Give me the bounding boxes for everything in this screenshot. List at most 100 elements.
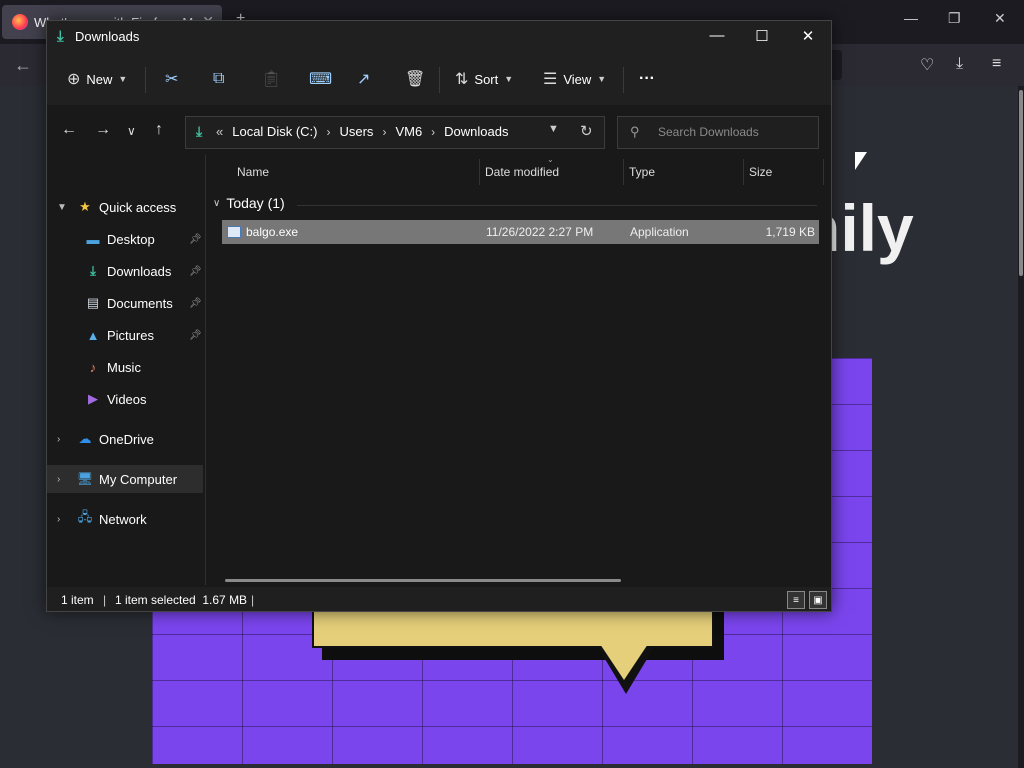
pin-icon[interactable]: 📌︎ [189, 298, 202, 309]
file-size: 1,719 KB [765, 225, 815, 239]
sort-button[interactable]: ⇅ Sort ▼ [455, 67, 513, 91]
pocket-icon[interactable]: ♡ [920, 55, 934, 75]
chevron-right-icon[interactable]: › [57, 434, 60, 445]
more-options-icon: ··· [639, 70, 655, 87]
close-icon[interactable]: ✕ [994, 10, 1006, 27]
view-icon: ☰ [543, 71, 558, 88]
column-divider[interactable] [823, 159, 824, 185]
chevron-right-icon[interactable]: › [326, 125, 330, 139]
star-icon: ★ [79, 199, 91, 214]
recent-locations-chevron-icon[interactable]: ∨ [127, 124, 136, 138]
downloads-folder-icon: ⤓ [57, 28, 64, 45]
chevron-down-icon[interactable]: ▼ [548, 123, 559, 135]
nav-item-documents[interactable]: ▤ Documents 📌︎ [47, 289, 203, 317]
chevron-right-icon[interactable]: › [57, 514, 60, 525]
back-arrow-icon[interactable]: ← [14, 55, 32, 76]
pin-icon[interactable]: 📌︎ [189, 330, 202, 341]
application-file-icon [227, 226, 241, 238]
column-header-type[interactable]: Type [629, 165, 655, 179]
nav-label: Music [107, 359, 141, 375]
nav-label: Pictures [107, 327, 154, 343]
nav-item-onedrive[interactable]: › ☁ OneDrive [47, 425, 203, 453]
pin-icon[interactable]: 📌︎ [189, 266, 202, 277]
column-header-date-modified[interactable]: Date modified [485, 165, 559, 179]
view-label: View [563, 71, 592, 87]
breadcrumb-users[interactable]: Users [339, 124, 373, 139]
group-header-today[interactable]: ∨ Today (1) [213, 195, 285, 211]
sort-icon: ⇅ [455, 71, 469, 88]
view-button[interactable]: ☰ View ▼ [543, 67, 606, 91]
breadcrumb-overflow[interactable]: « [216, 124, 223, 139]
search-input[interactable]: ⚲ Search Downloads [617, 116, 819, 149]
restore-icon[interactable]: ❐ [948, 10, 961, 27]
divider [297, 205, 817, 206]
minimize-icon[interactable]: — [702, 27, 732, 44]
nav-item-desktop[interactable]: ▬ Desktop 📌︎ [47, 225, 203, 253]
command-bar: ⊕ New ▼ ✂ ⧉ 📋︎ ⌨︎ ↗ 🗑︎ ⇅ Sort ▼ ☰ View ▼… [47, 53, 831, 106]
maximize-icon[interactable]: ☐ [747, 27, 777, 45]
downloads-folder-icon: ⤓ [196, 123, 203, 139]
add-icon: ⊕ [67, 71, 81, 88]
share-button[interactable]: ↗ [357, 67, 370, 91]
title-bar[interactable]: ⤓ Downloads — ☐ ✕ [47, 21, 831, 53]
chevron-right-icon[interactable]: › [382, 125, 386, 139]
rename-button[interactable]: ⌨︎ [309, 67, 332, 91]
address-bar[interactable]: ⤓ « Local Disk (C:) › Users › VM6 › Down… [185, 116, 605, 149]
group-label: Today (1) [226, 195, 285, 211]
nav-label: Quick access [99, 199, 177, 215]
breadcrumb-vm6[interactable]: VM6 [395, 124, 422, 139]
column-header-name[interactable]: Name [237, 165, 269, 179]
chevron-right-icon[interactable]: › [431, 125, 435, 139]
chevron-right-icon[interactable]: › [57, 474, 60, 485]
nav-label: OneDrive [99, 431, 154, 447]
paste-button[interactable]: 📋︎ [261, 67, 281, 91]
music-icon: ♪ [89, 359, 97, 375]
nav-label: Desktop [107, 231, 155, 247]
divider [145, 67, 146, 93]
up-arrow-icon[interactable]: ↑ [155, 121, 163, 139]
horizontal-scrollbar[interactable] [225, 579, 621, 582]
nav-item-videos[interactable]: ▶ Videos [47, 385, 203, 413]
copy-button[interactable]: ⧉ [213, 67, 224, 91]
nav-item-network[interactable]: › 🖧︎ Network [47, 505, 203, 533]
column-header-size[interactable]: Size [749, 165, 772, 179]
breadcrumb-local-disk[interactable]: Local Disk (C:) [232, 124, 317, 139]
chevron-down-icon[interactable]: ∨ [213, 198, 220, 209]
downloads-icon: ⤓ [90, 263, 96, 278]
column-divider[interactable] [479, 159, 480, 185]
large-icons-view-icon[interactable]: ▣ [809, 591, 827, 609]
minimize-icon[interactable]: — [904, 10, 918, 26]
pin-icon[interactable]: 📌︎ [189, 234, 202, 245]
trash-icon: 🗑︎ [405, 71, 426, 88]
column-divider[interactable] [623, 159, 624, 185]
back-arrow-icon[interactable]: ← [61, 121, 77, 139]
nav-label: Downloads [107, 263, 172, 279]
refresh-icon[interactable]: ↻ [580, 122, 593, 140]
nav-item-my-computer[interactable]: › 🖥︎ My Computer [47, 465, 203, 493]
more-options-button[interactable]: ··· [639, 67, 655, 91]
new-label: New [86, 71, 113, 87]
delete-button[interactable]: 🗑︎ [405, 67, 425, 91]
nav-item-downloads[interactable]: ⤓ Downloads 📌︎ [47, 257, 203, 285]
breadcrumb-downloads[interactable]: Downloads [444, 124, 508, 139]
chevron-down-icon[interactable]: ▼ [57, 202, 67, 213]
close-icon[interactable]: ✕ [793, 27, 823, 45]
file-type: Application [630, 225, 689, 239]
nav-item-pictures[interactable]: ▲ Pictures 📌︎ [47, 321, 203, 349]
column-divider[interactable] [743, 159, 744, 185]
menu-icon[interactable]: ≡ [992, 55, 1001, 73]
computer-icon: 🖥︎ [76, 471, 94, 486]
details-view-icon[interactable]: ≡ [787, 591, 805, 609]
nav-label: Documents [107, 295, 173, 311]
nav-item-quick-access[interactable]: ▼ ★ Quick access [47, 193, 203, 221]
browser-scrollbar[interactable] [1019, 90, 1023, 276]
scissors-icon: ✂ [165, 71, 179, 88]
nav-item-music[interactable]: ♪ Music [47, 353, 203, 381]
file-row[interactable]: balgo.exe 11/26/2022 2:27 PM Application… [222, 220, 819, 244]
forward-arrow-icon[interactable]: → [95, 121, 111, 139]
cut-button[interactable]: ✂ [165, 67, 178, 91]
new-button[interactable]: ⊕ New ▼ [67, 67, 127, 91]
downloads-icon[interactable]: ⤓ [956, 55, 963, 73]
nav-label: My Computer [99, 471, 178, 487]
nav-label: Network [99, 511, 147, 527]
